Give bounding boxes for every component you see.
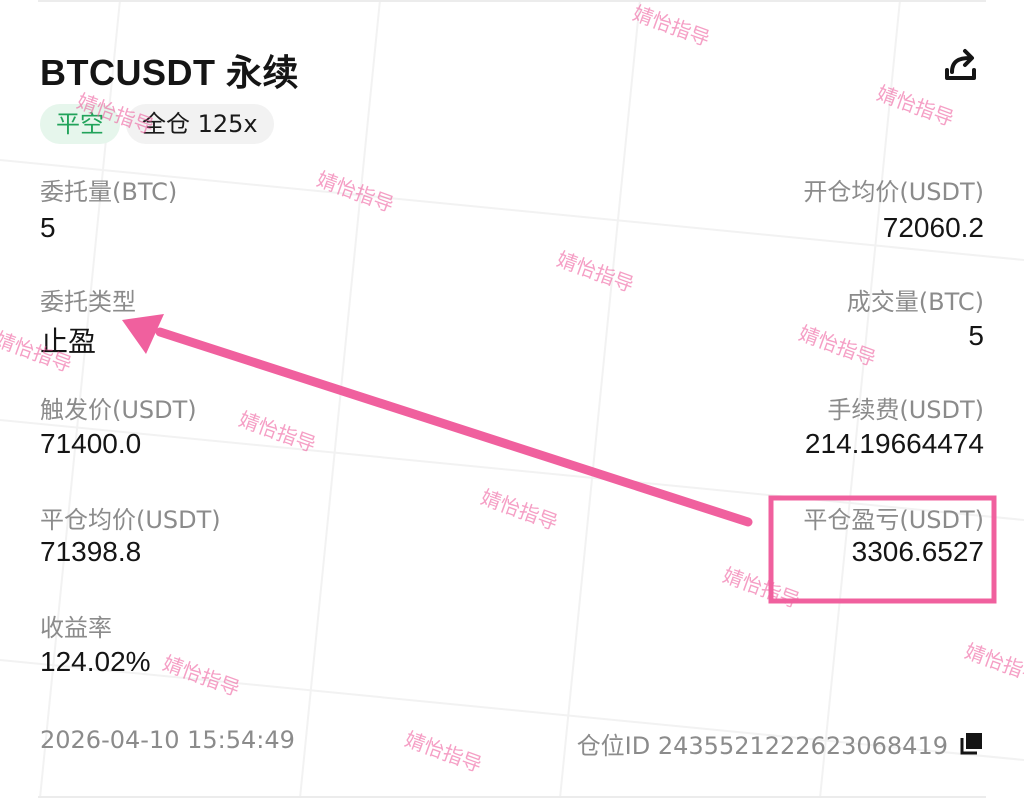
filled-qty-label: 成交量(BTC) xyxy=(846,288,984,316)
trigger-price-value: 71400.0 xyxy=(40,428,142,459)
timestamp: 2026-04-10 15:54:49 xyxy=(40,726,295,754)
top-divider xyxy=(38,0,986,2)
copy-icon[interactable] xyxy=(958,731,984,755)
order-qty-label: 委托量(BTC) xyxy=(40,178,178,206)
filled-qty-value: 5 xyxy=(968,320,984,351)
roi-label: 收益率 xyxy=(40,614,112,642)
order-type-label: 委托类型 xyxy=(40,288,136,316)
close-avg-value: 71398.8 xyxy=(40,536,142,567)
page-title: BTCUSDT 永续 xyxy=(40,52,299,93)
share-icon[interactable] xyxy=(940,46,982,86)
close-avg-label: 平仓均价(USDT) xyxy=(40,506,221,534)
order-qty-value: 5 xyxy=(40,212,56,243)
fee-value: 214.19664474 xyxy=(804,428,984,459)
open-avg-value: 72060.2 xyxy=(882,212,984,243)
fee-label: 手续费(USDT) xyxy=(827,396,984,424)
roi-value: 124.02% xyxy=(40,646,151,677)
position-id: 仓位ID 2435521222623068419 xyxy=(576,732,948,760)
close-pnl-value: 3306.6527 xyxy=(851,536,984,567)
open-avg-label: 开仓均价(USDT) xyxy=(803,178,984,206)
close-pnl-label: 平仓盈亏(USDT) xyxy=(803,506,984,534)
trigger-price-label: 触发价(USDT) xyxy=(40,396,197,424)
